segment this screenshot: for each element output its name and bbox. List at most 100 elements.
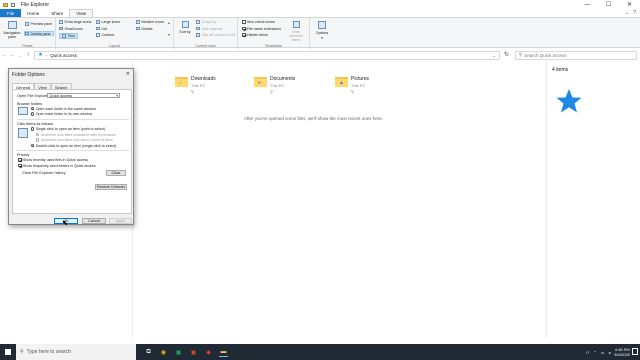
volume-icon[interactable]: ◂ bbox=[608, 350, 610, 355]
options-button[interactable]: Options ▾ bbox=[314, 21, 330, 40]
show-frequent-option[interactable]: Show frequently used folders in Quick ac… bbox=[18, 164, 96, 168]
file-explorer-taskbar-icon[interactable]: ▬ bbox=[219, 348, 228, 357]
address-dropdown-icon[interactable]: ⌄ bbox=[493, 53, 496, 58]
open-explorer-select[interactable]: Quick access ▾ bbox=[47, 93, 120, 98]
acrobat-icon[interactable]: ◆ bbox=[204, 348, 213, 357]
network-icon[interactable]: ▭ bbox=[601, 350, 605, 355]
details-pane-button[interactable]: Details pane bbox=[25, 32, 50, 36]
layout-small-icons[interactable]: Small icons bbox=[59, 27, 83, 31]
item-check-boxes-checkbox[interactable] bbox=[242, 20, 246, 24]
size-all-columns-label: Size all columns to fit bbox=[201, 33, 236, 37]
search-input[interactable]: ⚲ Search Quick access bbox=[515, 50, 637, 60]
double-click-radio[interactable] bbox=[31, 143, 35, 148]
browse-own-window-option[interactable]: Open each folder in its own window bbox=[31, 112, 92, 116]
layout-expand-icon[interactable]: ▾ bbox=[168, 32, 170, 37]
dialog-title: Folder Options bbox=[12, 72, 45, 78]
single-click-option[interactable]: Single-click to open an item (point to s… bbox=[31, 127, 105, 131]
close-icon[interactable]: ✕ bbox=[619, 0, 640, 9]
help-icon[interactable]: ? bbox=[633, 10, 636, 16]
browse-own-window-radio[interactable] bbox=[31, 112, 35, 116]
restore-defaults-button[interactable]: Restore Defaults bbox=[95, 184, 127, 190]
people-icon[interactable]: ⚇ bbox=[586, 350, 590, 355]
double-click-option[interactable]: Double-click to open an item (single-cli… bbox=[31, 144, 116, 148]
navigation-pane-icon bbox=[7, 21, 17, 29]
file-name-extensions-toggle[interactable]: File name extensions bbox=[242, 27, 281, 31]
up-arrow-icon[interactable]: ↑ bbox=[24, 52, 32, 58]
show-recent-checkbox[interactable] bbox=[18, 158, 22, 162]
navigation-pane-button[interactable]: Navigation pane bbox=[2, 21, 22, 39]
underline-browser-option[interactable]: Underline icon titles consistent with my… bbox=[36, 133, 116, 137]
divider bbox=[17, 150, 129, 151]
cancel-button[interactable]: Cancel bbox=[82, 218, 106, 224]
underline-point-radio[interactable] bbox=[36, 138, 40, 142]
browse-same-window-radio[interactable] bbox=[31, 106, 35, 111]
folder-documents[interactable]: ≡ Documents This PC ⚲ bbox=[254, 76, 295, 94]
dialog-close-icon[interactable]: ✕ bbox=[126, 71, 130, 77]
sort-by-label: Sort by bbox=[179, 29, 191, 34]
tab-view[interactable]: View bbox=[69, 9, 93, 17]
show-frequent-label: Show frequently used folders in Quick ac… bbox=[23, 163, 96, 168]
apply-button[interactable]: Apply bbox=[109, 218, 132, 224]
address-path[interactable]: Quick access bbox=[50, 53, 77, 58]
details-icon bbox=[136, 26, 140, 31]
tab-share[interactable]: Share bbox=[45, 9, 69, 17]
maximize-icon[interactable]: ☐ bbox=[598, 0, 619, 9]
panes-group-label: Panes bbox=[22, 44, 33, 48]
layout-list[interactable]: List bbox=[96, 27, 107, 31]
recent-locations-icon[interactable]: ⌄ bbox=[16, 53, 24, 58]
hidden-items-toggle[interactable]: Hidden items bbox=[242, 33, 268, 37]
layout-scroll-icon[interactable]: ▴ bbox=[168, 20, 170, 25]
underline-browser-radio[interactable] bbox=[36, 132, 40, 137]
underline-point-option[interactable]: Underline icon titles only when I point … bbox=[36, 138, 113, 142]
breadcrumb-chevron-icon[interactable]: › bbox=[46, 53, 47, 58]
folder-downloads[interactable]: ↓ Downloads This PC ⚲ bbox=[175, 76, 216, 94]
folder-location: This PC bbox=[191, 83, 206, 88]
large-icons-icon bbox=[96, 20, 100, 24]
tab-home[interactable]: Home bbox=[21, 9, 45, 17]
single-click-radio[interactable] bbox=[31, 127, 35, 131]
forward-arrow-icon[interactable]: → bbox=[8, 52, 16, 58]
item-check-boxes-label: Item check boxes bbox=[247, 20, 275, 24]
address-bar[interactable]: ★ › Quick access ⌄ bbox=[34, 50, 500, 60]
small-icons-icon bbox=[59, 26, 63, 31]
powerpoint-icon[interactable]: ▣ bbox=[189, 348, 198, 357]
search-placeholder: Search Quick access bbox=[524, 52, 567, 58]
chrome-icon[interactable]: ◉ bbox=[159, 348, 168, 357]
taskbar-search-box[interactable]: ⚲ Type here to search bbox=[16, 344, 136, 360]
folder-pictures[interactable]: ▲ Pictures This PC ⚲ bbox=[335, 76, 369, 94]
group-by-button[interactable]: Group by bbox=[196, 20, 216, 24]
sort-by-icon bbox=[181, 21, 189, 28]
add-columns-button[interactable]: Add columns bbox=[196, 27, 222, 31]
clock[interactable]: 4:45 PM 5/4/2020 bbox=[614, 347, 630, 357]
show-frequent-checkbox[interactable] bbox=[18, 163, 22, 168]
layout-large-icons[interactable]: Large icons bbox=[96, 20, 120, 24]
hidden-items-checkbox[interactable] bbox=[242, 33, 246, 37]
tab-file[interactable]: File bbox=[0, 9, 22, 17]
layout-content[interactable]: Content bbox=[96, 33, 114, 37]
size-all-columns-button[interactable]: Size all columns to fit bbox=[196, 33, 235, 37]
task-view-icon[interactable]: ⧉ bbox=[144, 348, 153, 357]
start-button[interactable] bbox=[0, 344, 16, 360]
chevron-up-icon[interactable]: ⌃ bbox=[593, 350, 596, 355]
back-arrow-icon[interactable]: ← bbox=[0, 52, 8, 58]
show-recent-option[interactable]: Show recently used files in Quick access bbox=[18, 158, 88, 162]
chevron-down-icon[interactable]: ⌄ bbox=[625, 10, 629, 16]
layout-tiles[interactable]: Tiles bbox=[59, 33, 78, 39]
sort-by-button[interactable]: Sort by bbox=[178, 21, 192, 34]
minimize-icon[interactable]: — bbox=[577, 0, 598, 9]
file-name-extensions-checkbox[interactable] bbox=[242, 26, 246, 31]
preview-pane-button[interactable]: Preview pane bbox=[25, 22, 52, 26]
quick-access-toolbar-icon[interactable] bbox=[11, 2, 15, 7]
notifications-icon[interactable] bbox=[632, 348, 638, 355]
medium-icons-icon bbox=[136, 20, 140, 24]
layout-details[interactable]: Details bbox=[136, 27, 153, 31]
browse-same-window-option[interactable]: Open each folder in the same window bbox=[31, 107, 96, 111]
excel-icon[interactable]: ▣ bbox=[174, 348, 183, 357]
hide-selected-items-button[interactable]: Hide selected items bbox=[286, 21, 306, 42]
refresh-icon[interactable]: ↻ bbox=[504, 51, 509, 58]
item-check-boxes-toggle[interactable]: Item check boxes bbox=[242, 20, 275, 24]
clear-history-button[interactable]: Clear bbox=[106, 170, 126, 176]
current-view-group-label: Current view bbox=[195, 44, 216, 48]
layout-extra-large-icons[interactable]: Extra large icons bbox=[59, 20, 91, 24]
layout-medium-icons[interactable]: Medium icons bbox=[136, 20, 164, 24]
